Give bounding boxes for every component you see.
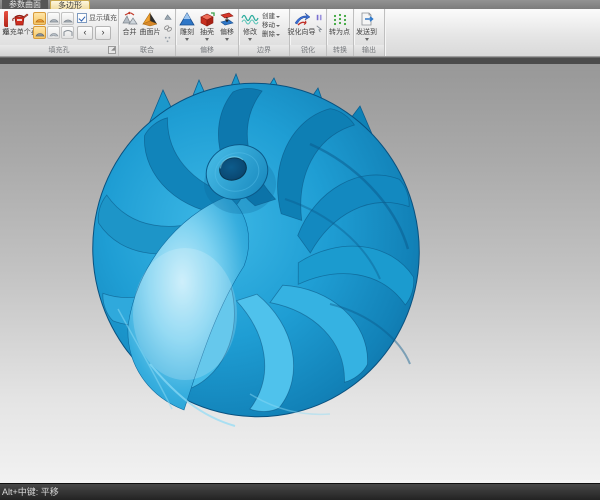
- combine-link-button[interactable]: [162, 23, 173, 33]
- object-icon: [163, 13, 173, 22]
- ribbon-tab-strip: 参数曲面 多边形: [0, 0, 600, 9]
- pick-arrow-icon: [314, 24, 324, 33]
- sharpen-option-button[interactable]: [313, 12, 324, 22]
- group-label-output: 输出: [362, 47, 376, 54]
- shell-icon: [198, 11, 216, 28]
- tab-parametric-surface[interactable]: 参数曲面: [2, 0, 48, 9]
- checkbox-checked-icon: [77, 13, 87, 23]
- send-to-icon: [358, 11, 376, 28]
- combine-object-button[interactable]: [162, 12, 173, 22]
- status-bar: Alt+中键: 平移: [0, 483, 600, 500]
- offset-icon: [218, 11, 236, 28]
- group-label-sharpen: 锐化: [301, 47, 315, 54]
- fill-partial-icon: [49, 28, 59, 37]
- group-label-fill-holes: 填充孔: [49, 47, 70, 54]
- sharpen-wizard-icon: [293, 11, 311, 28]
- offset-button[interactable]: 偏移: [217, 10, 237, 42]
- curvature-arch-icon: [35, 14, 45, 23]
- send-to-button[interactable]: 发送到: [355, 10, 378, 42]
- ribbon-group-offset: 雕刻 抽壳: [176, 9, 239, 56]
- menu-arrow-icon: [365, 38, 369, 41]
- ribbon-group-combine: 合并 曲面片: [119, 9, 176, 56]
- menu-arrow-icon: [205, 38, 209, 41]
- curvature-fill-toggle[interactable]: [33, 12, 46, 25]
- menu-arrow-icon: [276, 16, 280, 18]
- shell-button[interactable]: 抽壳: [197, 10, 217, 42]
- group-label-offset: 偏移: [200, 47, 214, 54]
- fill-complete-toggle[interactable]: [33, 26, 46, 39]
- tangent-arch-icon: [49, 14, 59, 23]
- sculpt-icon: [178, 11, 196, 28]
- combine-mesh-button[interactable]: [162, 34, 173, 44]
- fill-mode-toggle-grid: [33, 12, 74, 39]
- merge-button[interactable]: 合并: [120, 10, 139, 38]
- flat-fill-toggle[interactable]: [61, 12, 74, 25]
- ribbon-group-boundary: 修改 创建 移动 删除: [239, 9, 290, 56]
- sharpen-pick-button[interactable]: [313, 23, 324, 33]
- impeller-disc: [57, 64, 454, 451]
- hole-navigation: ‹ ›: [77, 26, 117, 40]
- modify-boundary-button[interactable]: 修改: [240, 10, 260, 42]
- merge-icon: [121, 11, 139, 28]
- mouse-hint-text: Alt+中键: 平移: [2, 487, 59, 497]
- patch-icon: [141, 11, 159, 28]
- menu-arrow-icon: [185, 38, 189, 41]
- move-boundary-button[interactable]: 移动: [261, 21, 281, 30]
- double-bar-icon: [314, 13, 324, 22]
- ribbon-group-fill-holes: 充 填充单个孔: [0, 9, 119, 56]
- create-boundary-button[interactable]: 创建: [261, 12, 281, 21]
- fill-can-icon: [11, 11, 29, 28]
- group-label-convert: 转换: [333, 47, 347, 54]
- modify-waves-icon: [241, 11, 259, 28]
- menu-arrow-icon: [276, 25, 280, 27]
- flat-arch-icon: [63, 14, 73, 23]
- menu-arrow-icon: [248, 38, 252, 41]
- fill-bridge-toggle[interactable]: [61, 26, 74, 39]
- tangent-fill-toggle[interactable]: [47, 12, 60, 25]
- menu-arrow-icon: [276, 34, 280, 36]
- delete-boundary-button[interactable]: 删除: [261, 30, 281, 39]
- dialog-launcher-icon[interactable]: ◢: [108, 46, 116, 54]
- ribbon-group-convert: 转为点 转换: [327, 9, 354, 56]
- show-fill-checkbox[interactable]: 显示填充: [77, 13, 117, 23]
- next-hole-button[interactable]: ›: [95, 26, 111, 40]
- 3d-viewport[interactable]: [0, 64, 600, 483]
- menu-arrow-icon: [225, 38, 229, 41]
- convert-to-points-button[interactable]: 转为点: [328, 10, 351, 38]
- group-label-boundary: 边界: [257, 47, 271, 54]
- sharpen-wizard-button[interactable]: 锐化向导: [291, 10, 312, 38]
- impeller-model[interactable]: [0, 64, 600, 483]
- fill-bridge-icon: [63, 28, 73, 37]
- sculpt-button[interactable]: 雕刻: [177, 10, 197, 42]
- fill-complete-icon: [35, 28, 45, 37]
- ribbon: 充 填充单个孔: [0, 9, 600, 57]
- previous-hole-button[interactable]: ‹: [77, 26, 93, 40]
- chain-link-icon: [163, 24, 173, 33]
- group-label-combine: 联合: [140, 47, 154, 54]
- mesh-dots-icon: [163, 35, 173, 44]
- ribbon-group-sharpen: 锐化向导 锐化: [290, 9, 327, 56]
- fill-partial-toggle[interactable]: [47, 26, 60, 39]
- points-grid-icon: [331, 11, 349, 28]
- application-window: 参数曲面 多边形 充 填充单个孔: [0, 0, 600, 500]
- specular-highlight: [133, 248, 237, 380]
- patch-button[interactable]: 曲面片: [139, 10, 161, 38]
- ribbon-group-output: 发送到 输出: [354, 9, 385, 56]
- fill-single-hole-button[interactable]: 填充单个孔: [8, 10, 32, 38]
- tab-polygon[interactable]: 多边形: [50, 0, 90, 9]
